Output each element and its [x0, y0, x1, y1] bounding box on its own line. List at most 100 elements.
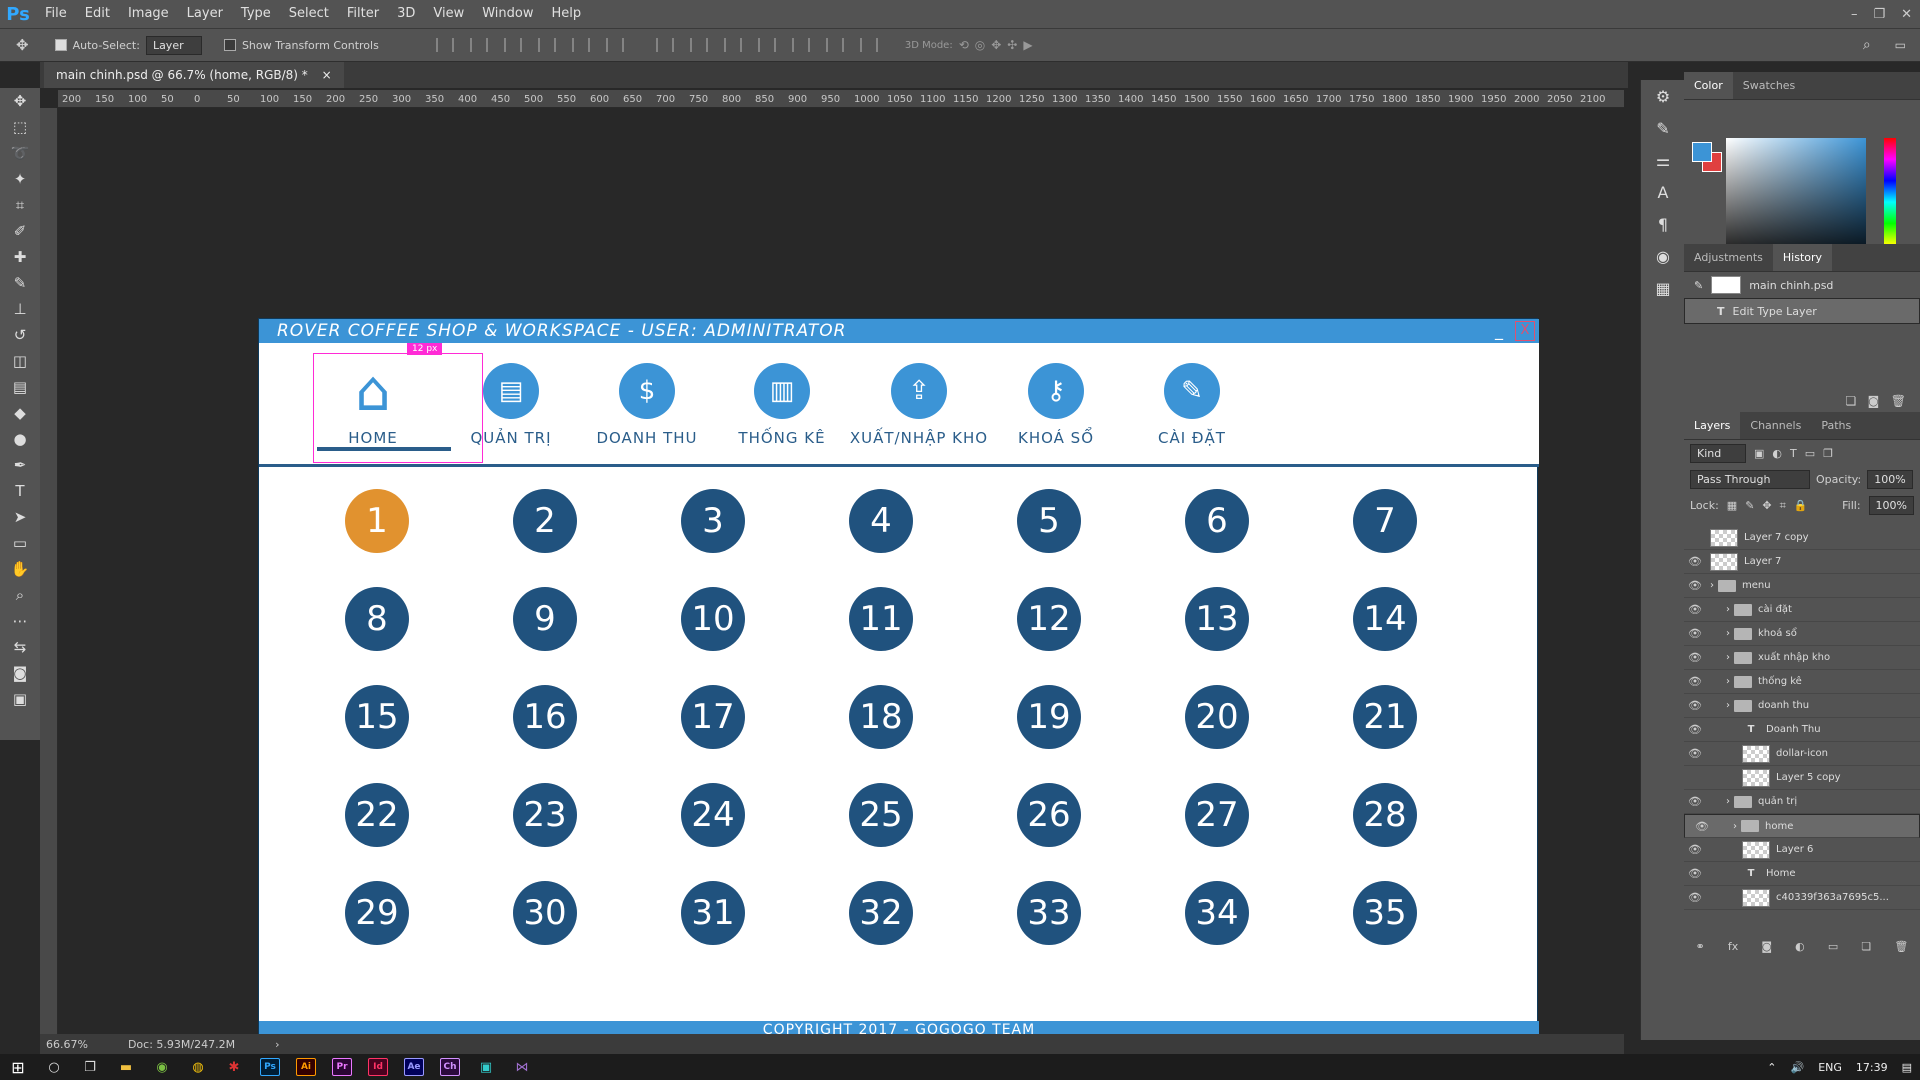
table-button[interactable]: 33 [1017, 881, 1081, 945]
windows-start-icon[interactable]: ⊞ [0, 1054, 36, 1080]
auto-select-dropdown[interactable]: Layer [145, 35, 202, 55]
distribute-top-icon[interactable] [655, 38, 674, 52]
visibility-eye-icon[interactable]: 👁 [1684, 723, 1706, 736]
layer-row[interactable]: 👁 Layer 7 [1684, 550, 1920, 574]
taskbar-app-ps[interactable]: Ps [252, 1054, 288, 1080]
volume-icon[interactable]: 🔊 [1790, 1061, 1804, 1074]
pen-tool-icon[interactable]: ✒ [0, 452, 40, 478]
quick-mask-icon[interactable]: ◙ [0, 660, 40, 686]
lock-all-icon[interactable]: 🔒 [1794, 499, 1808, 512]
show-transform-checkbox[interactable] [223, 39, 236, 51]
canvas-area[interactable]: ROVER COFFEE SHOP & WORKSPACE - USER: AD… [58, 108, 1624, 1039]
table-button[interactable]: 34 [1185, 881, 1249, 945]
distribute-left-icon[interactable] [757, 38, 776, 52]
zoom-level[interactable]: 66.67% [46, 1038, 88, 1051]
more-tools-icon[interactable]: ⋯ [0, 608, 40, 634]
app-icon[interactable]: ▣ [468, 1054, 504, 1080]
menu-item-image[interactable]: Image [119, 0, 178, 28]
search-icon[interactable]: ⌕ [1863, 37, 1871, 53]
table-button[interactable]: 20 [1185, 685, 1249, 749]
fx-icon[interactable]: fx [1728, 940, 1738, 953]
tab-swatches[interactable]: Swatches [1733, 72, 1806, 99]
crop-tool-icon[interactable]: ⌗ [0, 192, 40, 218]
table-button[interactable]: 24 [681, 783, 745, 847]
table-button[interactable]: 3 [681, 489, 745, 553]
align-bottom-icon[interactable] [503, 38, 522, 52]
table-button[interactable]: 29 [345, 881, 409, 945]
brush-tool-icon[interactable]: ✎ [0, 270, 40, 296]
table-button[interactable]: 5 [1017, 489, 1081, 553]
table-button[interactable]: 12 [1017, 587, 1081, 651]
table-button[interactable]: 21 [1353, 685, 1417, 749]
paragraph-icon[interactable]: ¶ [1641, 208, 1685, 240]
blend-mode-dropdown[interactable]: Pass Through [1690, 470, 1810, 489]
align-top-icon[interactable] [435, 38, 454, 52]
expand-chevron-icon[interactable]: › [1726, 652, 1730, 663]
minimize-window-button[interactable]: – [1851, 7, 1858, 22]
move-tool-icon[interactable]: ✥ [16, 36, 29, 54]
visibility-eye-icon[interactable]: 👁 [1684, 651, 1706, 664]
expand-chevron-icon[interactable]: › [1726, 604, 1730, 615]
align-vcenter-icon[interactable] [469, 38, 488, 52]
kind-filter-dropdown[interactable]: Kind [1690, 444, 1746, 463]
expand-chevron-icon[interactable]: › [1710, 580, 1714, 591]
3d-pan-icon[interactable]: ✥ [991, 38, 1001, 52]
vertical-ruler[interactable] [40, 108, 58, 1034]
table-button[interactable]: 17 [681, 685, 745, 749]
table-button[interactable]: 7 [1353, 489, 1417, 553]
menu-item-edit[interactable]: Edit [76, 0, 119, 28]
3d-roll-icon[interactable]: ◎ [975, 38, 985, 52]
snapshot-icon[interactable]: ◙ [1868, 394, 1880, 408]
table-button[interactable]: 23 [513, 783, 577, 847]
table-button[interactable]: 11 [849, 587, 913, 651]
filter-smart-icon[interactable]: ❐ [1823, 447, 1833, 460]
align-hcenter-icon[interactable] [571, 38, 590, 52]
link-layers-icon[interactable]: ⚭ [1696, 940, 1705, 953]
opacity-input[interactable]: 100% [1867, 470, 1913, 489]
new-document-icon[interactable]: ❏ [1845, 394, 1856, 408]
layer-row[interactable]: 👁 T Doanh Thu [1684, 718, 1920, 742]
layer-row[interactable]: 👁 T Home [1684, 862, 1920, 886]
glyphs-icon[interactable]: ◉ [1641, 240, 1685, 272]
trash-icon[interactable]: 🗑 [1891, 394, 1906, 408]
marquee-tool-icon[interactable]: ⬚ [0, 114, 40, 140]
table-button[interactable]: 25 [849, 783, 913, 847]
table-button[interactable]: 6 [1185, 489, 1249, 553]
type-tool-icon[interactable]: T [0, 478, 40, 504]
close-tab-icon[interactable]: × [322, 68, 332, 82]
table-button[interactable]: 14 [1353, 587, 1417, 651]
expand-chevron-icon[interactable]: › [1726, 700, 1730, 711]
visibility-eye-icon[interactable]: 👁 [1684, 675, 1706, 688]
filter-adjust-icon[interactable]: ◐ [1772, 447, 1782, 460]
bug-icon[interactable]: ✱ [216, 1054, 252, 1080]
hand-tool-icon[interactable]: ✋ [0, 556, 40, 582]
screen-mode-icon[interactable]: ▣ [0, 686, 40, 712]
expand-chevron-icon[interactable]: › [1726, 796, 1730, 807]
app-close-button[interactable]: X [1515, 321, 1535, 341]
history-brush-icon[interactable]: ↺ [0, 322, 40, 348]
filter-shape-icon[interactable]: ▭ [1805, 447, 1815, 460]
expand-chevron-icon[interactable]: › [1726, 628, 1730, 639]
file-explorer-icon[interactable]: ▬ [108, 1054, 144, 1080]
lock-artboard-icon[interactable]: ⌗ [1780, 499, 1786, 513]
table-button[interactable]: 18 [849, 685, 913, 749]
libraries-icon[interactable]: ▦ [1641, 272, 1685, 304]
visibility-eye-icon[interactable]: 👁 [1684, 843, 1706, 856]
nav-item-key[interactable]: ⚷ KHOÁ SỔ [981, 363, 1131, 447]
group-icon[interactable]: ▭ [1828, 940, 1838, 953]
properties-icon[interactable]: ⚙ [1641, 80, 1685, 112]
status-chevron-icon[interactable]: › [275, 1038, 279, 1051]
table-button[interactable]: 35 [1353, 881, 1417, 945]
close-window-button[interactable]: ✕ [1901, 7, 1912, 22]
layer-row[interactable]: 👁 › menu [1684, 574, 1920, 598]
shape-tool-icon[interactable]: ▭ [0, 530, 40, 556]
3d-slide-icon[interactable]: ✣ [1007, 38, 1017, 52]
lock-transparent-icon[interactable]: ▦ [1727, 499, 1737, 512]
table-button[interactable]: 27 [1185, 783, 1249, 847]
taskbar-app-ae[interactable]: Ae [396, 1054, 432, 1080]
lasso-tool-icon[interactable]: ➰ [0, 140, 40, 166]
document-tab[interactable]: main chinh.psd @ 66.7% (home, RGB/8) * × [44, 62, 344, 88]
layer-row[interactable]: 👁 Layer 6 [1684, 838, 1920, 862]
layer-row[interactable]: 👁 c40339f363a7695c5... [1684, 886, 1920, 910]
nav-item-upload[interactable]: ⇪ XUẤT/NHẬP KHO [844, 363, 994, 447]
